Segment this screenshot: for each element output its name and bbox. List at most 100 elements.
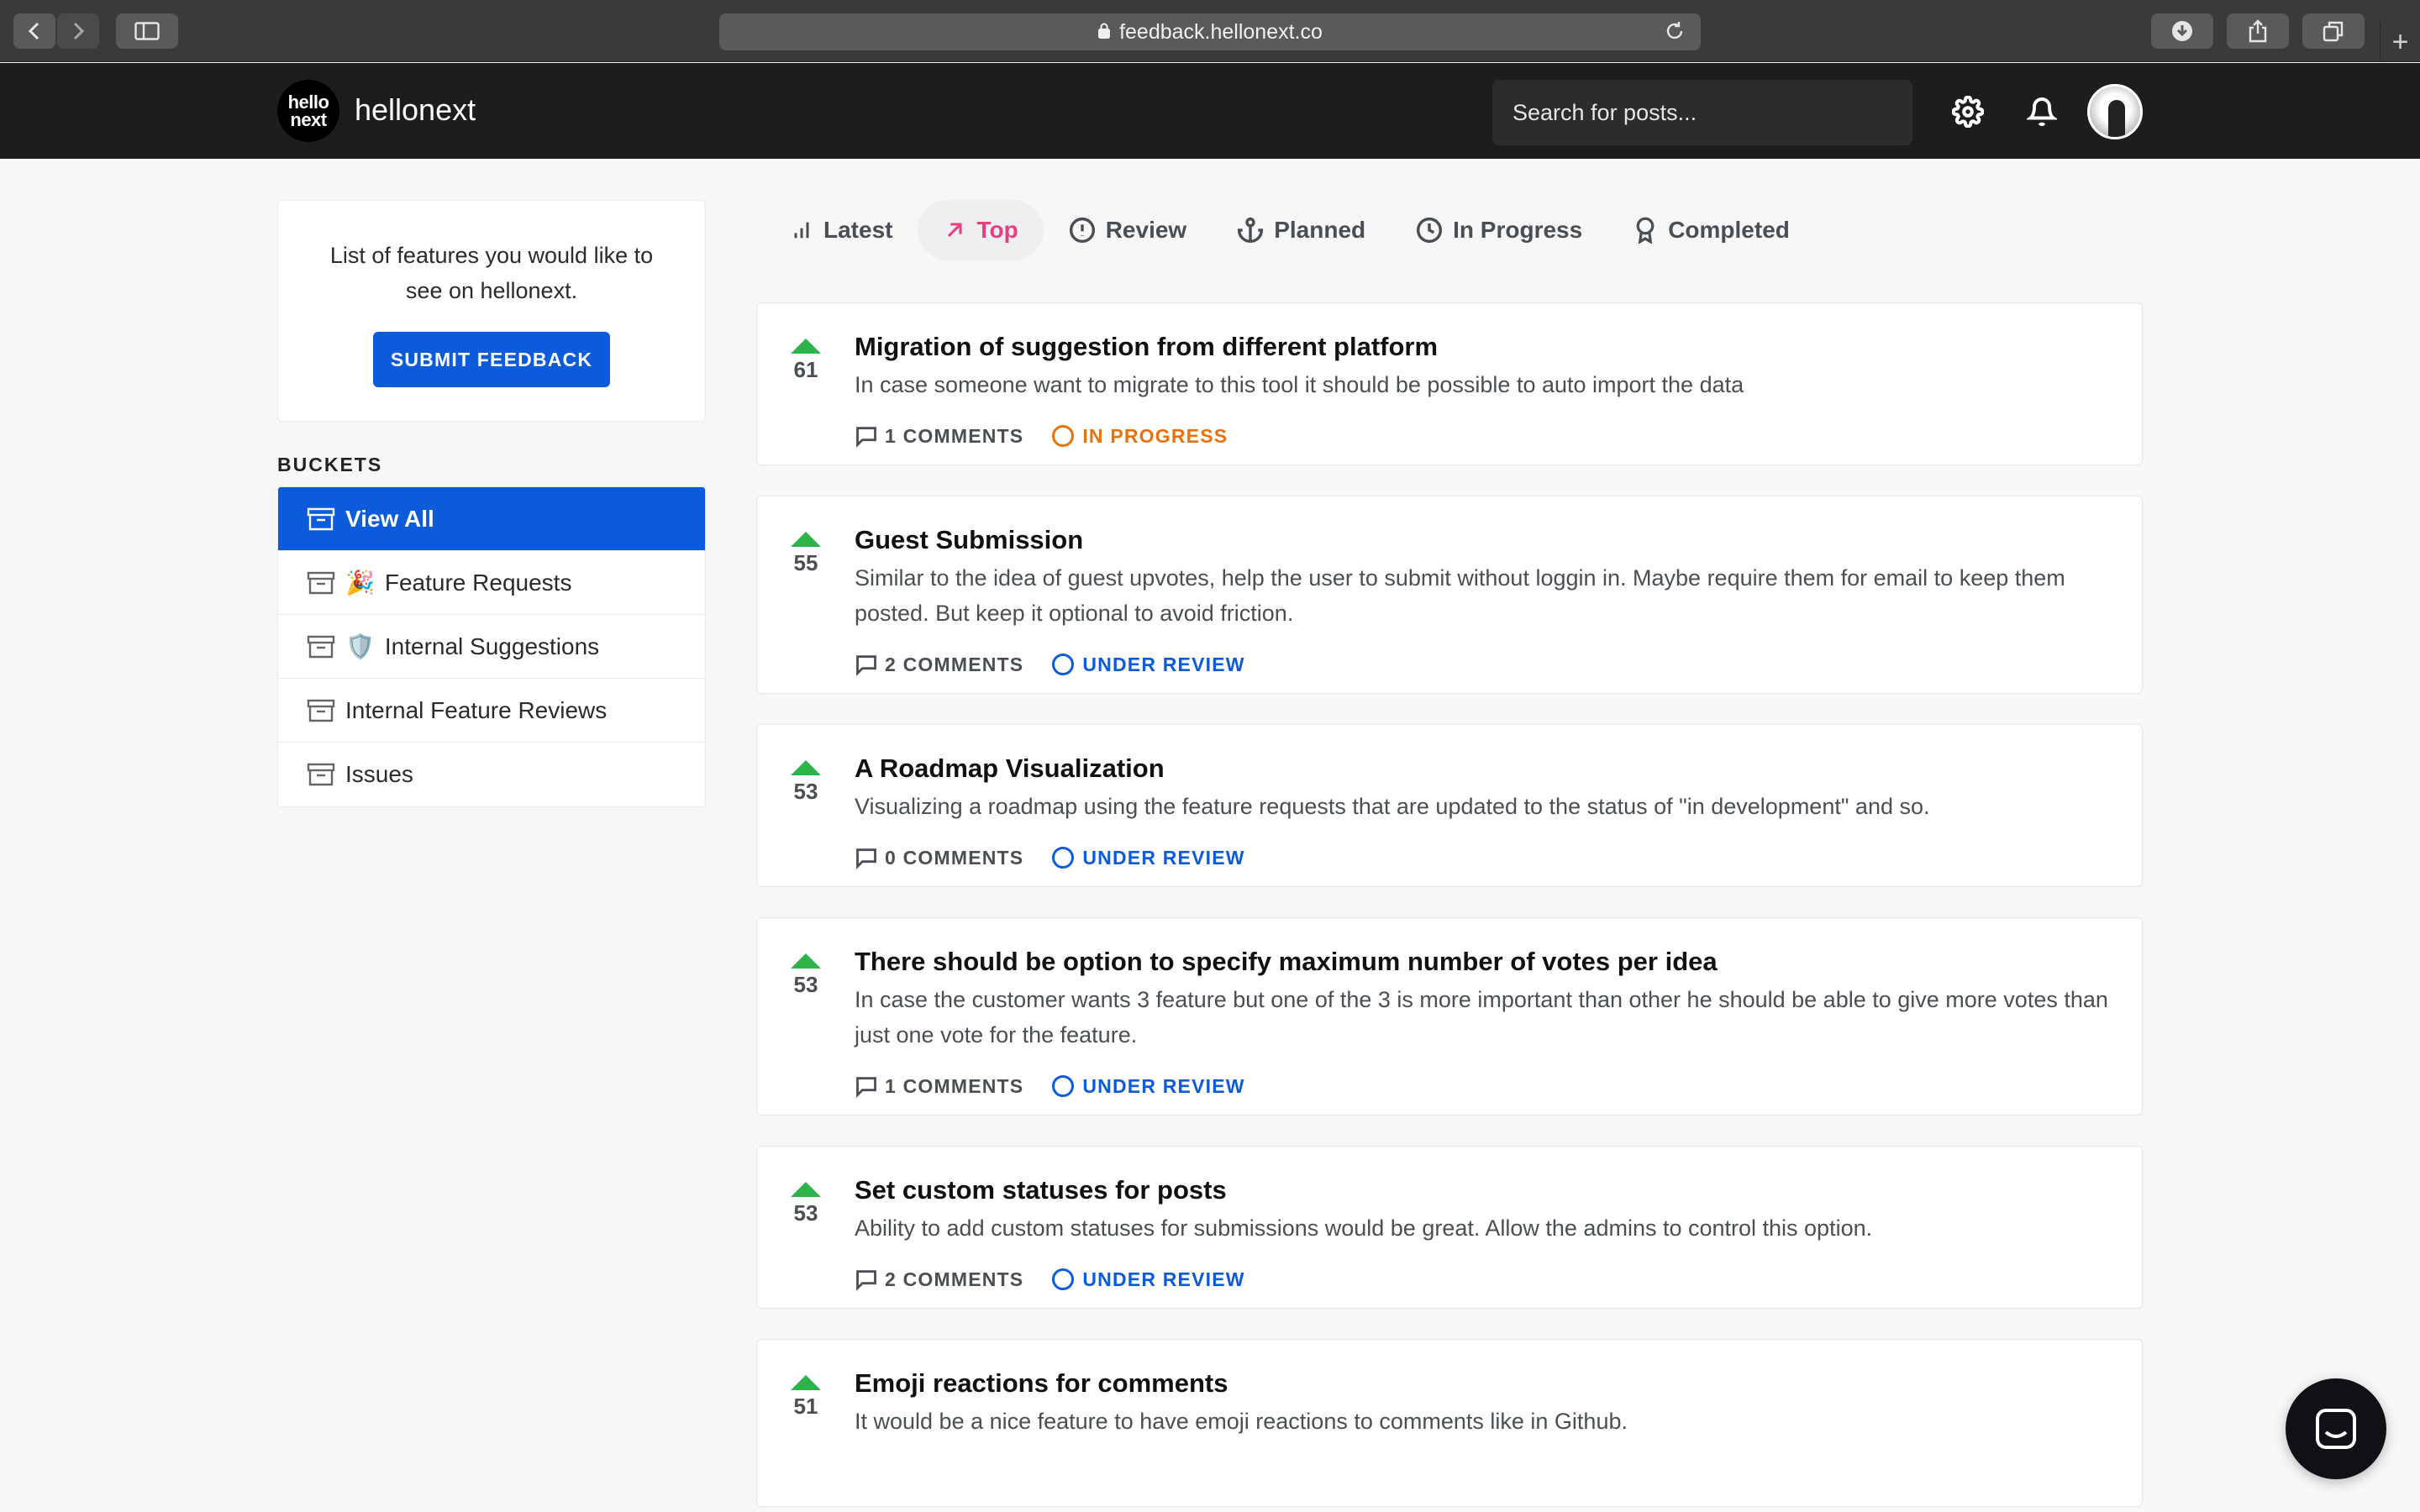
bucket-list: View All 🎉 Feature Requests 🛡️ Internal … [277, 486, 706, 807]
new-tab-icon[interactable]: + [2380, 22, 2420, 62]
bar-chart-icon [794, 222, 809, 239]
hellonext-logo[interactable]: hello next [277, 80, 339, 142]
post-card[interactable]: 53 Set custom statuses for posts Ability… [756, 1146, 2143, 1309]
upvote-button[interactable]: 53 [789, 1182, 823, 1226]
post-title[interactable]: Set custom statuses for posts [855, 1173, 2118, 1207]
post-title[interactable]: Emoji reactions for comments [855, 1367, 2118, 1400]
post-card[interactable]: 53 A Roadmap Visualization Visualizing a… [756, 724, 2143, 887]
post-list: 61 Migration of suggestion from differen… [756, 302, 2143, 1512]
lock-icon [1097, 20, 1111, 45]
bucket-view-all[interactable]: View All [278, 487, 705, 551]
upvote-arrow-icon [791, 1182, 821, 1197]
comments-link[interactable]: 2 COMMENTS [855, 653, 1023, 676]
post-card[interactable]: 61 Migration of suggestion from differen… [756, 302, 2143, 465]
user-avatar[interactable] [2087, 84, 2143, 139]
tab-completed[interactable]: Completed [1607, 200, 1815, 260]
post-description: Similar to the idea of guest upvotes, he… [855, 565, 2065, 626]
status-circle-icon [1052, 1268, 1075, 1290]
tab-in-progress[interactable]: In Progress [1391, 200, 1607, 260]
vote-count: 61 [793, 357, 818, 382]
status-circle-icon [1052, 1075, 1075, 1097]
reload-icon[interactable] [1664, 20, 1686, 48]
status-circle-icon [1052, 425, 1075, 447]
bucket-label: View All [345, 505, 434, 532]
post-card[interactable]: 53 There should be option to specify max… [756, 917, 2143, 1116]
settings-gear-icon[interactable] [1951, 95, 1985, 129]
share-button[interactable] [2227, 13, 2289, 49]
comment-icon [856, 427, 876, 448]
bucket-feature-requests[interactable]: 🎉 Feature Requests [278, 551, 705, 615]
bucket-internal-suggestions[interactable]: 🛡️ Internal Suggestions [278, 615, 705, 679]
brand-name[interactable]: hellonext [355, 92, 476, 128]
upvote-button[interactable]: 51 [789, 1375, 823, 1420]
comment-icon [856, 1270, 876, 1291]
bucket-label: Issues [345, 761, 413, 787]
status-badge: UNDER REVIEW [1052, 654, 1244, 676]
post-title[interactable]: Migration of suggestion from different p… [855, 330, 2118, 364]
bucket-internal-feature-reviews[interactable]: Internal Feature Reviews [278, 679, 705, 743]
post-title[interactable]: There should be option to specify maximu… [855, 945, 2118, 979]
clock-icon [1417, 217, 1443, 244]
comment-icon [856, 848, 876, 869]
comments-link[interactable]: 1 COMMENTS [855, 424, 1023, 448]
post-title[interactable]: Guest Submission [855, 523, 2118, 557]
comment-icon [856, 1077, 876, 1098]
address-bar[interactable]: feedback.hellonext.co [719, 13, 1701, 50]
post-card[interactable]: 51 Emoji reactions for comments It would… [756, 1339, 2143, 1507]
forward-button[interactable] [57, 13, 99, 49]
archive-icon [307, 507, 335, 530]
buckets-heading: BUCKETS [277, 454, 383, 475]
comment-icon [856, 655, 876, 676]
comments-link[interactable]: 0 COMMENTS [855, 846, 1023, 869]
status-badge: UNDER REVIEW [1052, 1075, 1244, 1098]
bucket-label: Internal Suggestions [384, 633, 600, 659]
chat-launcher-button[interactable] [2286, 1378, 2386, 1479]
sidebar-toggle-button[interactable] [116, 13, 178, 49]
intro-card: List of features you would like to see o… [277, 200, 706, 422]
upvote-arrow-icon [791, 760, 821, 775]
comments-link[interactable]: 1 COMMENTS [855, 1074, 1023, 1098]
url-text: feedback.hellonext.co [1119, 19, 1323, 44]
archive-icon [307, 699, 335, 722]
shield-icon: 🛡️ [345, 633, 375, 659]
post-card[interactable]: 55 Guest Submission Similar to the idea … [756, 496, 2143, 694]
upvote-arrow-icon [791, 339, 821, 354]
downloads-button[interactable] [2151, 13, 2213, 49]
archive-icon [307, 763, 335, 786]
chat-icon [2316, 1409, 2356, 1449]
vote-count: 53 [793, 972, 818, 997]
bucket-label: Feature Requests [384, 569, 572, 596]
status-badge: UNDER REVIEW [1052, 1268, 1244, 1291]
archive-icon [307, 571, 335, 594]
upvote-button[interactable]: 53 [789, 953, 823, 998]
upvote-button[interactable]: 61 [789, 339, 823, 383]
status-circle-icon [1052, 654, 1075, 675]
post-description: Visualizing a roadmap using the feature … [855, 794, 1930, 819]
search-input[interactable] [1492, 80, 1912, 145]
bucket-issues[interactable]: Issues [278, 743, 705, 806]
upvote-arrow-icon [791, 532, 821, 547]
archive-icon [307, 635, 335, 658]
tab-review[interactable]: Review [1044, 200, 1213, 260]
post-title[interactable]: A Roadmap Visualization [855, 752, 2118, 785]
arrow-up-right-icon [948, 223, 962, 238]
status-badge: UNDER REVIEW [1052, 847, 1244, 869]
browser-toolbar: feedback.hellonext.co + [0, 0, 2420, 62]
status-badge: IN PROGRESS [1052, 425, 1228, 448]
app-header: hello next hellonext [0, 63, 2420, 159]
tabs-overview-button[interactable] [2302, 13, 2365, 49]
sort-tabs: Latest Top Review Planned In Progress Co… [765, 200, 1815, 260]
back-button[interactable] [13, 13, 55, 49]
tab-latest[interactable]: Latest [765, 200, 918, 260]
upvote-arrow-icon [791, 953, 821, 969]
upvote-button[interactable]: 53 [789, 760, 823, 805]
intro-text: List of features you would like to see o… [329, 243, 654, 303]
tab-planned[interactable]: Planned [1212, 200, 1391, 260]
party-popper-icon: 🎉 [345, 570, 375, 596]
status-circle-icon [1052, 847, 1075, 869]
upvote-button[interactable]: 55 [789, 532, 823, 576]
notifications-bell-icon[interactable] [2025, 95, 2059, 129]
comments-link[interactable]: 2 COMMENTS [855, 1268, 1023, 1291]
submit-feedback-button[interactable]: SUBMIT FEEDBACK [373, 332, 610, 387]
tab-top[interactable]: Top [918, 200, 1044, 260]
